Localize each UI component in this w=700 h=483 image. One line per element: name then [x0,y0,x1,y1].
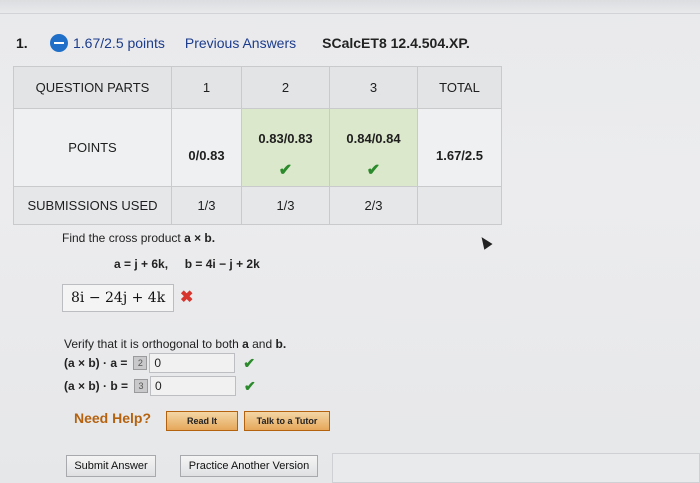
total-score: 1.67/2.5 [436,148,483,163]
verify-b: b. [275,337,287,351]
x-icon: ✖ [180,289,194,306]
part-3-score: 0.84/0.84 [346,131,401,146]
talk-to-tutor-button[interactable]: Talk to a Tutor [244,411,330,431]
question-number: 1. [16,35,28,51]
points-row: POINTS 0/0.83 0.83/0.83 ✔ 0.84/0.84 ✔ 1.67… [13,108,502,187]
table-header-row: QUESTION PARTS 1 2 3 TOTAL [13,66,502,109]
submit-answer-button[interactable]: Submit Answer [66,455,156,477]
previous-answers-badge[interactable]: 2 [133,356,148,370]
checkmark-icon: ✔ [278,162,293,179]
verify-text: Verify that it is orthogonal to both [64,337,243,351]
part-2-score: 0.83/0.83 [258,131,313,146]
vector-a: a = j + 6k, [114,257,169,271]
dot-b-label: (a × b) · b = [64,379,129,393]
header-part-3: 3 [329,66,418,109]
practice-another-version-button[interactable]: Practice Another Version [180,455,318,477]
total-points: 1.67/2.5 [417,108,502,187]
prompt-expression: a × b. [184,231,216,245]
question-parts-table: QUESTION PARTS 1 2 3 TOTAL POINTS 0/0.83… [13,66,502,225]
checkmark-icon: ✔ [243,354,256,371]
part-1-submissions: 1/3 [171,186,242,225]
need-help-label: Need Help? [74,410,152,426]
verify-prompt: Verify that it is orthogonal to both a a… [64,337,286,351]
top-frame-edge [0,0,700,14]
cross-product-answer-field[interactable]: 8i − 24j + 4k [62,284,174,312]
given-vectors: a = j + 6k, b = 4i − j + 2k [114,257,260,271]
dot-a-row: (a × b) · a = 2 0 ✔ [64,353,255,373]
prompt-text: Find the cross product [62,231,185,245]
question-header: 1. 1.67/2.5 points Previous Answers SCal… [16,32,470,54]
question-code: SCalcET8 12.4.504.XP. [322,35,470,51]
part-3-points: 0.84/0.84 ✔ [329,108,418,187]
part-1-score: 0/0.83 [188,148,225,163]
read-it-button[interactable]: Read It [166,411,238,431]
submissions-label: SUBMISSIONS USED [13,186,172,225]
checkmark-icon: ✔ [366,162,381,179]
dot-b-row: (a × b) · b = 3 0 ✔ [64,376,256,396]
header-question-parts: QUESTION PARTS [13,66,172,109]
minus-circle-icon[interactable] [50,34,68,52]
mouse-cursor-icon [477,234,493,250]
part-3-submissions: 2/3 [329,186,418,225]
header-total: TOTAL [417,66,502,109]
dot-a-input[interactable]: 0 [149,353,236,373]
points-summary: 1.67/2.5 points [73,35,165,51]
lower-panel [332,453,700,483]
verify-a: a [242,337,249,351]
submissions-row: SUBMISSIONS USED 1/3 1/3 2/3 [13,186,502,225]
previous-answers-link[interactable]: Previous Answers [185,35,296,51]
total-submissions [417,186,502,225]
header-part-1: 1 [171,66,242,109]
previous-answers-badge[interactable]: 3 [134,379,149,393]
part-2-points: 0.83/0.83 ✔ [241,108,330,187]
checkmark-icon: ✔ [244,377,256,394]
dot-b-input[interactable]: 0 [150,376,237,396]
vector-b: b = 4i − j + 2k [184,257,260,271]
problem-prompt: Find the cross product a × b. [62,231,215,245]
points-label: POINTS [13,108,172,187]
part-1-points: 0/0.83 [171,108,242,187]
verify-and: and [248,337,276,351]
dot-a-label: (a × b) · a = [64,356,128,370]
part-2-submissions: 1/3 [241,186,330,225]
header-part-2: 2 [241,66,330,109]
